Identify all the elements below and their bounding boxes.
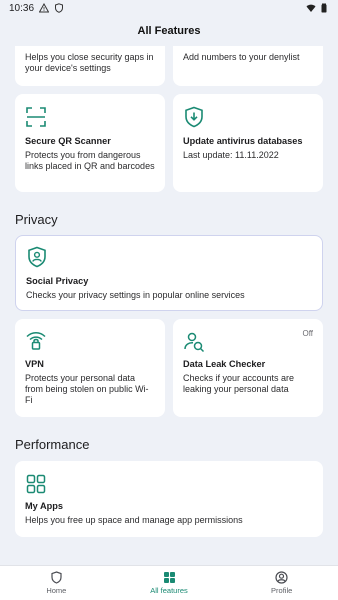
qr-scan-icon <box>26 107 46 127</box>
nav-label: All features <box>150 586 188 595</box>
feature-card-update-databases[interactable]: Update antivirus databases Last update: … <box>173 94 323 192</box>
card-description: Helps you free up space and manage app p… <box>25 515 243 525</box>
shield-person-icon <box>28 246 46 268</box>
section-title-privacy: Privacy <box>15 212 58 227</box>
nav-label: Home <box>46 586 67 595</box>
shield-outline-icon <box>51 571 62 584</box>
bottom-navigation: Home All features Profile <box>0 565 338 600</box>
feature-card-vpn[interactable]: VPN Protects your personal data from bei… <box>15 319 165 417</box>
card-title: Update antivirus databases <box>183 136 303 146</box>
feature-card-my-apps[interactable]: My Apps Helps you free up space and mana… <box>15 461 323 537</box>
feature-card-security-check[interactable]: Helps you close security gaps in your de… <box>15 46 165 86</box>
card-description: Last update: 11.11.2022 <box>183 150 279 160</box>
card-title: My Apps <box>25 501 63 511</box>
nav-label: Profile <box>271 586 293 595</box>
feature-card-call-filter[interactable]: Add numbers to your denylist <box>173 46 323 86</box>
shield-download-icon <box>185 106 203 128</box>
card-title: Secure QR Scanner <box>25 136 111 146</box>
card-description: Protects your personal data from being s… <box>25 373 149 405</box>
card-title: Data Leak Checker <box>183 359 266 369</box>
shield-status-icon <box>55 3 64 13</box>
apps-grid-icon <box>26 474 46 494</box>
card-description: Checks if your accounts are leaking your… <box>183 373 295 394</box>
card-description: Helps you close security gaps in your de… <box>25 52 154 73</box>
person-search-icon <box>184 332 205 353</box>
page-title: All Features <box>137 25 201 37</box>
card-title: VPN <box>25 359 44 369</box>
feature-card-social-privacy[interactable]: Social Privacy Checks your privacy setti… <box>15 235 323 311</box>
card-description: Add numbers to your denylist <box>183 52 300 62</box>
card-description: Checks your privacy settings in popular … <box>26 290 245 300</box>
feature-card-qr-scanner[interactable]: Secure QR Scanner Protects you from dang… <box>15 94 165 192</box>
nav-home[interactable]: Home <box>0 566 113 600</box>
card-description: Protects you from dangerous links placed… <box>25 150 155 171</box>
status-badge: Off <box>302 329 313 338</box>
card-title: Social Privacy <box>26 276 89 286</box>
status-bar: 10:36 <box>0 0 338 16</box>
nav-all-features[interactable]: All features <box>113 566 226 600</box>
feature-card-data-leak-checker[interactable]: Off Data Leak Checker Checks if your acc… <box>173 319 323 417</box>
features-list[interactable]: Helps you close security gaps in your de… <box>0 46 338 565</box>
grid-icon <box>163 572 175 583</box>
status-time: 10:36 <box>9 2 35 14</box>
warning-icon <box>39 3 50 13</box>
profile-icon <box>275 571 288 584</box>
battery-icon <box>321 3 327 13</box>
app-header: All Features <box>0 16 338 46</box>
wifi-icon <box>306 4 316 12</box>
nav-profile[interactable]: Profile <box>225 566 338 600</box>
section-title-performance: Performance <box>15 437 90 452</box>
wifi-lock-icon <box>26 332 46 350</box>
